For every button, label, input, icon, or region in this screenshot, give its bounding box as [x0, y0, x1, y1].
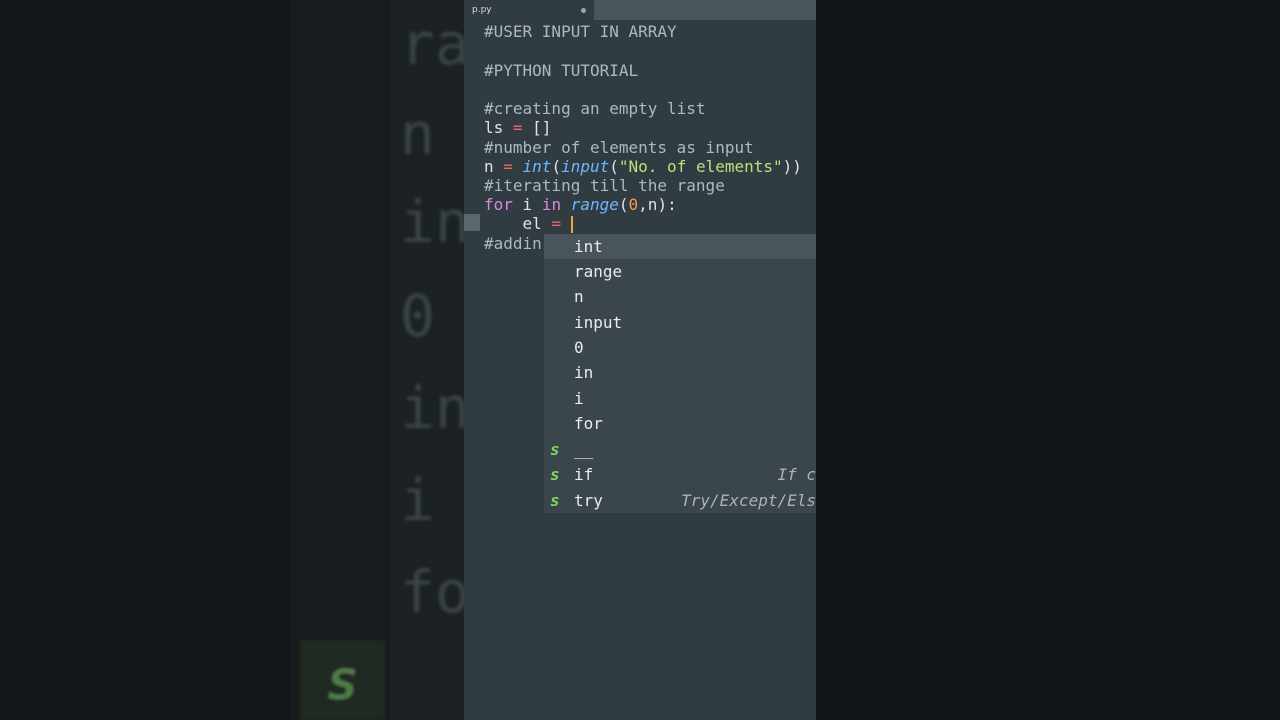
- file-tab[interactable]: p.py: [464, 0, 594, 20]
- autocomplete-item[interactable]: for: [544, 411, 816, 436]
- background-code-zoom: ra n in 0 in i fo: [290, 0, 464, 720]
- token-brackets: []: [532, 118, 552, 137]
- token-keyword: in: [541, 195, 562, 214]
- snippet-kind-icon: s: [550, 491, 560, 510]
- token-number: 0: [628, 195, 639, 214]
- autocomplete-item[interactable]: input: [544, 310, 816, 335]
- background-word: n: [400, 100, 435, 168]
- background-gutter: [290, 0, 390, 720]
- autocomplete-item[interactable]: range: [544, 259, 816, 284]
- token-paren: (: [618, 195, 629, 214]
- background-right-shade: [816, 0, 1280, 720]
- tab-bar-empty: [594, 0, 816, 20]
- autocomplete-item-label: i: [574, 389, 584, 408]
- code-line-8: n = int(input("No. of elements")): [484, 157, 802, 176]
- autocomplete-item[interactable]: n: [544, 284, 816, 309]
- autocomplete-item-label: 0: [574, 338, 584, 357]
- token-variable: n: [484, 157, 504, 176]
- autocomplete-item-label: in: [574, 363, 594, 382]
- autocomplete-item-label: range: [574, 262, 623, 281]
- autocomplete-item-label: int: [574, 237, 603, 256]
- autocomplete-item-label: n: [574, 287, 584, 306]
- code-editor[interactable]: p.py #USER INPUT IN ARRAY #PYTHON TUTORI…: [464, 0, 816, 720]
- text-cursor: [570, 216, 573, 233]
- autocomplete-item[interactable]: s if If c: [544, 462, 816, 487]
- file-tab-label: p.py: [472, 5, 492, 15]
- token-function: range: [570, 195, 619, 214]
- token-function: input: [561, 157, 610, 176]
- autocomplete-item-label: __: [574, 440, 594, 459]
- code-line-11[interactable]: el =: [484, 214, 573, 233]
- autocomplete-item-hint: Try/Except/Els: [681, 491, 816, 510]
- background-word: i: [400, 466, 435, 534]
- snippet-kind-icon: s: [550, 465, 560, 484]
- token-variable: el: [484, 214, 552, 233]
- token-paren: (: [551, 157, 562, 176]
- autocomplete-item[interactable]: s __: [544, 437, 816, 462]
- token-punctuation: ,n):: [638, 195, 677, 214]
- background-word: in: [400, 374, 464, 442]
- autocomplete-popup[interactable]: int range n input 0 in i for s __ s if I…: [544, 234, 816, 513]
- token-keyword: for: [484, 195, 513, 214]
- token-operator: =: [551, 214, 562, 233]
- token-variable: i: [512, 195, 542, 214]
- token-function: int: [522, 157, 552, 176]
- token-operator: =: [503, 157, 523, 176]
- background-word: fo: [400, 558, 464, 626]
- code-line-1: #USER INPUT IN ARRAY: [484, 22, 677, 41]
- current-line-gutter-marker: [464, 214, 480, 231]
- code-line-5: #creating an empty list: [484, 99, 706, 118]
- token-paren: (: [609, 157, 619, 176]
- token-operator: =: [503, 118, 533, 137]
- code-line-6: ls = []: [484, 118, 551, 137]
- autocomplete-item-label: for: [574, 414, 603, 433]
- tab-bar: p.py: [464, 0, 816, 20]
- autocomplete-item[interactable]: 0: [544, 335, 816, 360]
- snippet-kind-icon: s: [550, 440, 560, 459]
- background-word: in: [400, 188, 464, 256]
- token-string: "No. of elements": [618, 157, 783, 176]
- unsaved-dot-icon: [581, 7, 586, 13]
- background-word: ra: [400, 10, 464, 78]
- autocomplete-item[interactable]: i: [544, 386, 816, 411]
- code-line-3: #PYTHON TUTORIAL: [484, 61, 639, 80]
- token-paren: )): [782, 157, 802, 176]
- autocomplete-item[interactable]: int: [544, 234, 816, 259]
- autocomplete-item-label: if: [574, 465, 594, 484]
- autocomplete-item-label: try: [574, 491, 603, 510]
- code-line-9: #iterating till the range: [484, 176, 725, 195]
- autocomplete-item-hint: If c: [777, 465, 816, 484]
- autocomplete-item[interactable]: s try Try/Except/Els: [544, 488, 816, 513]
- autocomplete-item-label: input: [574, 313, 623, 332]
- autocomplete-item[interactable]: in: [544, 360, 816, 385]
- code-line-12: #addin: [484, 234, 542, 253]
- background-word: 0: [400, 282, 435, 350]
- background-snippet-badge: s: [300, 640, 385, 720]
- code-line-7: #number of elements as input: [484, 138, 754, 157]
- token-variable: ls: [484, 118, 504, 137]
- code-line-10: for i in range(0,n):: [484, 195, 677, 214]
